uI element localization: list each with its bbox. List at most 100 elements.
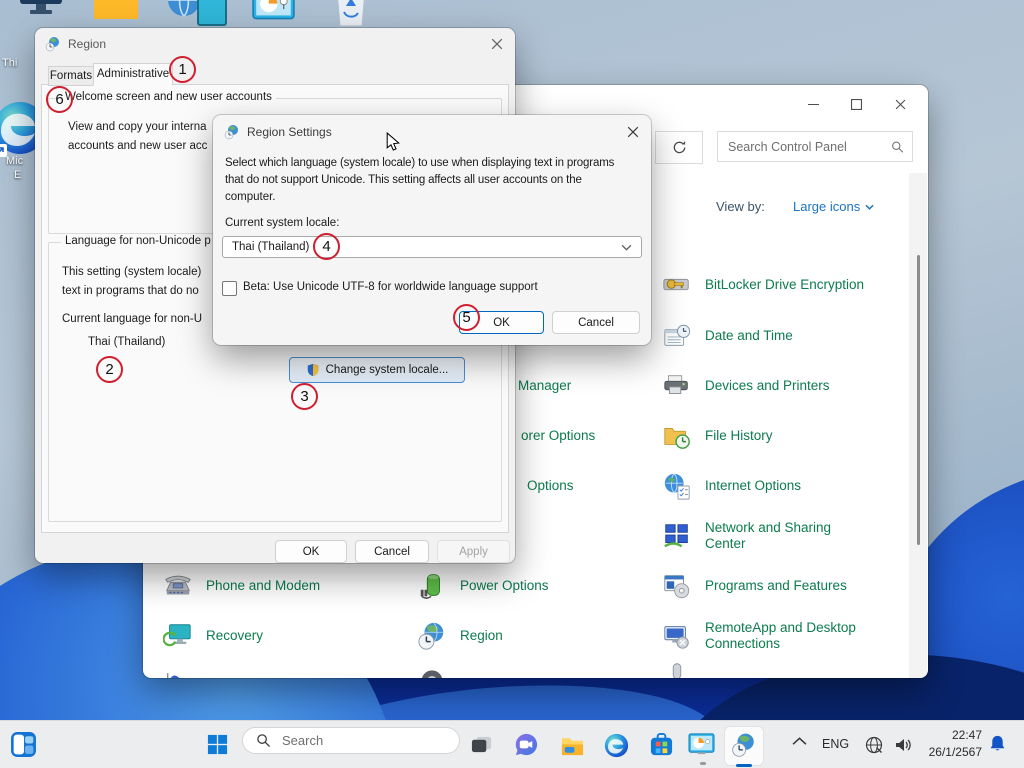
cp-item-label[interactable]: Network and Sharing Center bbox=[705, 520, 873, 552]
close-icon bbox=[491, 38, 503, 50]
view-by-dropdown[interactable]: Large icons bbox=[793, 199, 874, 214]
clock[interactable]: 22:47 26/1/2567 bbox=[908, 727, 982, 761]
chat-icon bbox=[514, 732, 539, 757]
view-by-value[interactable]: Large icons bbox=[793, 199, 860, 214]
task-view-button[interactable] bbox=[470, 733, 493, 756]
security-maintenance-icon[interactable] bbox=[163, 660, 193, 678]
beta-utf8-label: Beta: Use Unicode UTF-8 for worldwide la… bbox=[243, 281, 538, 293]
maximize-button[interactable] bbox=[841, 91, 871, 117]
beta-utf8-checkbox[interactable] bbox=[222, 281, 237, 296]
edge-button[interactable] bbox=[604, 733, 629, 758]
cp-item-label[interactable]: File History bbox=[705, 428, 773, 444]
cp-item-label[interactable]: Phone and Modem bbox=[206, 578, 320, 594]
close-icon bbox=[895, 99, 906, 110]
current-language-label: Current language for non-U bbox=[62, 313, 202, 325]
minimize-icon bbox=[808, 99, 819, 110]
cancel-button[interactable]: Cancel bbox=[552, 311, 640, 334]
tab-formats[interactable]: Formats bbox=[48, 66, 94, 86]
start-button[interactable] bbox=[206, 733, 229, 756]
network-icon bbox=[864, 735, 884, 755]
cp-item-bitlocker[interactable]: BitLocker Drive Encryption bbox=[662, 269, 864, 301]
network-button[interactable] bbox=[864, 735, 884, 755]
cp-item-label[interactable]: Date and Time bbox=[705, 328, 793, 344]
cp-item-file-history[interactable]: File History bbox=[662, 420, 773, 452]
region-taskbar-button[interactable] bbox=[731, 732, 757, 758]
cp-item-date-time[interactable]: Date and Time bbox=[662, 320, 793, 352]
cp-item-internet-options[interactable]: Internet Options bbox=[662, 470, 801, 502]
chevron-down-icon bbox=[865, 204, 874, 210]
store-button[interactable] bbox=[649, 732, 674, 757]
cancel-button[interactable]: Cancel bbox=[355, 540, 429, 563]
system-locale-dropdown[interactable]: Thai (Thailand) bbox=[222, 236, 642, 258]
programs-features-icon bbox=[662, 571, 692, 601]
ok-button[interactable]: OK bbox=[275, 540, 347, 563]
date-time-icon bbox=[662, 321, 692, 351]
widgets-button[interactable] bbox=[10, 731, 37, 758]
cp-item-label-partial[interactable]: Manager bbox=[518, 378, 571, 393]
uac-shield-icon bbox=[306, 363, 320, 377]
cp-item-label[interactable]: BitLocker Drive Encryption bbox=[705, 277, 864, 293]
refresh-button[interactable] bbox=[655, 131, 703, 164]
cp-item-recovery[interactable]: Recovery bbox=[163, 620, 263, 652]
close-button[interactable] bbox=[483, 32, 511, 56]
region-icon bbox=[731, 732, 757, 758]
lang-text-line2: text in programs that do no bbox=[62, 285, 199, 297]
cp-item-label-partial[interactable]: orer Options bbox=[521, 428, 595, 443]
tab-administrative[interactable]: Administrative bbox=[93, 63, 173, 86]
cp-item-network-sharing[interactable]: Network and Sharing Center bbox=[662, 520, 873, 552]
apply-button[interactable]: Apply bbox=[437, 540, 510, 563]
cp-item-label[interactable]: Power Options bbox=[460, 578, 549, 594]
this-pc-label[interactable]: Thi bbox=[2, 57, 17, 69]
control-panel-search-box[interactable] bbox=[717, 131, 913, 162]
taskbar: ENG 22:47 26/1/2567 bbox=[0, 720, 1024, 768]
annotation-step-4: 4 bbox=[313, 233, 340, 260]
cp-item-label[interactable]: Internet Options bbox=[705, 478, 801, 494]
cp-item-remoteapp[interactable]: RemoteApp and Desktop Connections bbox=[662, 620, 873, 652]
monitor-icon[interactable] bbox=[197, 0, 227, 26]
region-app-icon bbox=[45, 36, 61, 57]
taskbar-search-box[interactable] bbox=[242, 727, 460, 754]
close-icon bbox=[627, 126, 639, 138]
speech-recognition-icon[interactable] bbox=[662, 660, 692, 678]
edge-label-line1[interactable]: Mic bbox=[6, 155, 23, 167]
cp-item-phone-modem[interactable]: Phone and Modem bbox=[163, 570, 320, 602]
edge-label-line2[interactable]: E bbox=[14, 169, 21, 181]
control-panel-button[interactable] bbox=[688, 731, 715, 758]
this-pc-icon[interactable] bbox=[18, 0, 64, 25]
scrollbar[interactable] bbox=[909, 173, 927, 678]
file-explorer-button[interactable] bbox=[560, 733, 585, 758]
taskbar-search-input[interactable] bbox=[280, 732, 424, 749]
cp-item-label[interactable]: Recovery bbox=[206, 628, 263, 644]
cp-item-label[interactable]: Programs and Features bbox=[705, 578, 847, 594]
maximize-icon bbox=[851, 99, 862, 110]
locale-value: Thai (Thailand) bbox=[232, 241, 309, 253]
chat-button[interactable] bbox=[514, 732, 539, 757]
annotation-step-1: 1 bbox=[169, 56, 196, 83]
close-button[interactable] bbox=[619, 120, 647, 144]
cp-item-power-options[interactable]: Power Options bbox=[417, 570, 549, 602]
close-button[interactable] bbox=[885, 91, 915, 117]
dialog-title: Region bbox=[68, 37, 106, 51]
tray-expand-button[interactable] bbox=[792, 737, 807, 746]
description-line3: computer. bbox=[225, 191, 276, 203]
folder-icon[interactable] bbox=[92, 0, 140, 25]
cp-item-devices-printers[interactable]: Devices and Printers bbox=[662, 370, 830, 402]
change-system-locale-button[interactable]: Change system locale... bbox=[289, 357, 465, 383]
cp-item-label-partial[interactable]: Options bbox=[527, 478, 574, 493]
cp-item-region[interactable]: Region bbox=[417, 620, 503, 652]
scrollbar-thumb[interactable] bbox=[917, 255, 920, 545]
time: 22:47 bbox=[908, 727, 982, 744]
cp-item-label[interactable]: Devices and Printers bbox=[705, 378, 830, 394]
power-options-icon bbox=[417, 571, 447, 601]
minimize-button[interactable] bbox=[798, 91, 828, 117]
cp-item-programs-features[interactable]: Programs and Features bbox=[662, 570, 847, 602]
sound-icon[interactable] bbox=[417, 660, 447, 678]
notifications-button[interactable] bbox=[988, 734, 1007, 753]
internet-options-icon bbox=[662, 471, 692, 501]
button-label: Change system locale... bbox=[326, 364, 449, 376]
dialog-title: Region Settings bbox=[247, 125, 332, 139]
search-input[interactable] bbox=[726, 139, 891, 155]
cp-item-label[interactable]: Region bbox=[460, 628, 503, 644]
cp-item-label[interactable]: RemoteApp and Desktop Connections bbox=[705, 620, 873, 652]
language-indicator[interactable]: ENG bbox=[822, 737, 849, 751]
